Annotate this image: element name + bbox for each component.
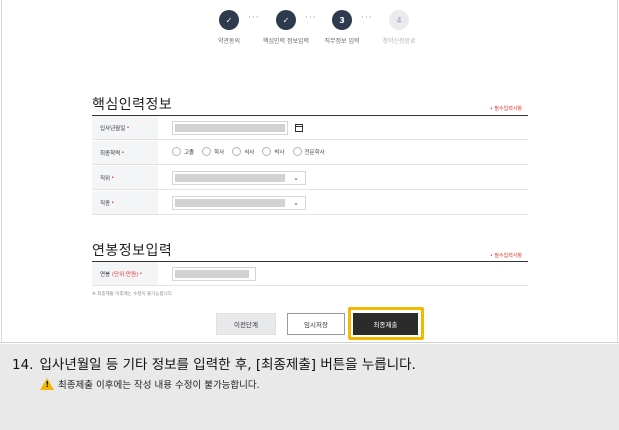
radio-circle-icon[interactable] <box>262 147 272 156</box>
education-option-highschool[interactable]: 고졸 <box>172 147 194 156</box>
instruction-text: 14. 입사년월일 등 기타 정보를 입력한 후, [최종제출] 버튼을 누릅니다… <box>12 353 416 373</box>
step-connector: ··· <box>248 13 260 23</box>
step-1-check-icon: ✓ <box>219 10 239 30</box>
previous-step-button[interactable]: 이전단계 <box>216 313 276 335</box>
position-select[interactable]: ⌄ <box>172 171 306 185</box>
step-3-label: 직무정보 입력 <box>324 38 360 45</box>
step-connector: ··· <box>361 13 373 23</box>
frame-left-border <box>1 0 2 343</box>
calendar-icon[interactable] <box>295 124 303 132</box>
salary-info-title: 연봉정보입력 <box>92 243 173 259</box>
education-option-doctorate[interactable]: 박사 <box>262 147 285 156</box>
step-1-label: 약관동의 <box>217 38 241 45</box>
salary-row: 연봉 (단위:만원) • <box>92 262 528 286</box>
step-4-label: 청약신청완료 <box>382 38 416 45</box>
education-radio-group: 고졸 학사 석사 박사 전문학사 <box>172 147 325 156</box>
radio-circle-icon[interactable] <box>292 147 302 156</box>
education-row: 최종학력 • 고졸 학사 석사 박사 전문학사 <box>92 141 528 165</box>
final-submit-button[interactable]: 최종제출 <box>353 313 418 335</box>
temp-save-button[interactable]: 임시저장 <box>287 313 345 335</box>
core-staff-info-title: 핵심인력정보 <box>92 97 173 113</box>
job-type-label: 직종 • <box>92 191 158 214</box>
step-2-check-icon: ✓ <box>276 10 296 30</box>
warning-text: 최종제출 이후에는 작성 내용 수정이 불가능합니다. <box>58 380 260 391</box>
chevron-down-icon: ⌄ <box>293 199 299 207</box>
radio-circle-icon[interactable] <box>202 147 212 156</box>
job-type-row: 직종 • ⌄ <box>92 191 528 215</box>
radio-circle-icon[interactable] <box>232 147 242 156</box>
frame-right-border <box>617 0 618 343</box>
application-form-frame: ✓ ··· ✓ ··· 3 ··· 4 약관동의 핵심인력 정보입력 직무정보 … <box>0 0 619 343</box>
position-label: 직위 • <box>92 166 158 189</box>
education-option-associate[interactable]: 전문학사 <box>292 147 325 156</box>
required-fields-note: • 필수입력사항 <box>489 253 522 259</box>
education-label: 최종학력 • <box>92 141 158 164</box>
warning-note: ! 최종제출 이후에는 작성 내용 수정이 불가능합니다. <box>40 377 260 391</box>
hire-date-row: 입사년월일 • <box>92 116 528 140</box>
position-row: 직위 • ⌄ <box>92 166 528 190</box>
hire-date-input[interactable] <box>172 121 288 135</box>
job-type-select[interactable]: ⌄ <box>172 196 306 210</box>
salary-input[interactable] <box>172 267 256 281</box>
education-option-master[interactable]: 석사 <box>232 147 254 156</box>
step-3-indicator: 3 <box>332 10 352 30</box>
instruction-number: 14. <box>12 357 34 373</box>
education-option-bachelor[interactable]: 학사 <box>202 147 224 156</box>
radio-circle-icon[interactable] <box>172 147 181 156</box>
edit-lock-footnote: ※ 최종제출 이후에는 수정이 불가능합니다. <box>92 292 174 297</box>
salary-label: 연봉 (단위:만원) • <box>92 262 158 285</box>
step-2-label: 핵심인력 정보입력 <box>262 38 310 45</box>
required-fields-note: • 필수입력사항 <box>489 106 522 112</box>
chevron-down-icon: ⌄ <box>293 174 299 182</box>
instruction-panel: 14. 입사년월일 등 기타 정보를 입력한 후, [최종제출] 버튼을 누릅니다… <box>0 344 619 430</box>
instruction-body: 입사년월일 등 기타 정보를 입력한 후, [최종제출] 버튼을 누릅니다. <box>39 357 416 373</box>
step-4-indicator: 4 <box>389 10 409 30</box>
step-connector: ··· <box>305 13 317 23</box>
hire-date-label: 입사년월일 • <box>92 116 158 139</box>
warning-icon: ! <box>40 378 54 390</box>
